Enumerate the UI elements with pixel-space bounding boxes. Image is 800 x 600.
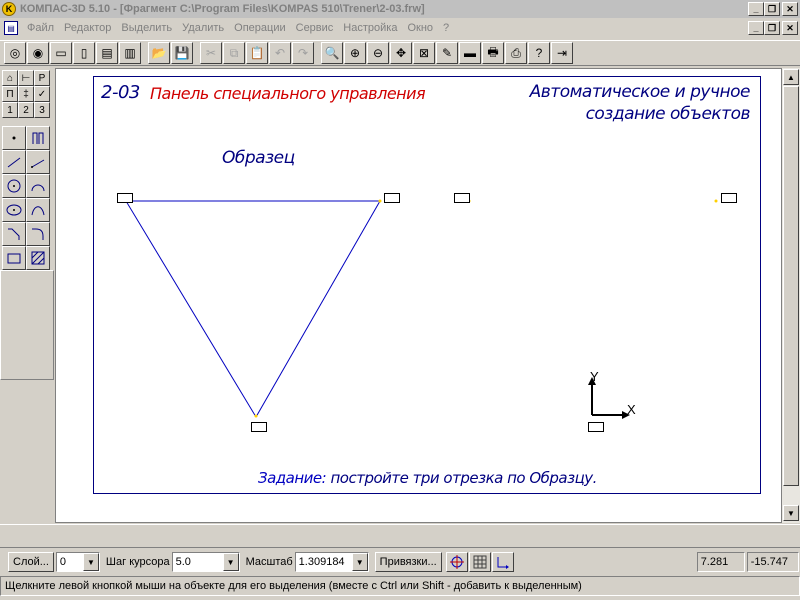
grid-icon[interactable]: [468, 552, 491, 572]
scale-combo[interactable]: 1.309184 ▼: [294, 552, 369, 572]
point-marker: [378, 199, 382, 203]
scale-label: Масштаб: [245, 556, 293, 568]
point-marker: [714, 199, 718, 203]
chevron-down-icon[interactable]: ▼: [222, 553, 239, 571]
task-body: постройте три отрезка по Образцу.: [330, 469, 598, 487]
snap-marker[interactable]: [454, 193, 470, 203]
snap-marker[interactable]: [588, 422, 604, 432]
status-controls: Слой... 0 ▼ Шаг курсора 5.0 ▼ Масштаб 1.…: [0, 550, 800, 574]
snap-button[interactable]: Привязки...: [374, 552, 442, 572]
snap-settings-icon[interactable]: [445, 552, 468, 572]
axis-y-label: Y: [590, 369, 599, 384]
properties-bar: [0, 524, 800, 548]
scroll-up-icon[interactable]: ▲: [783, 69, 799, 85]
drawing-geometry: Y X: [125, 199, 718, 419]
layer-value: 0: [59, 556, 67, 568]
scroll-thumb[interactable]: [783, 86, 799, 486]
layer-button[interactable]: Слой...: [8, 552, 54, 572]
coordinate-axes: Y X: [588, 369, 636, 419]
coord-x: 7.281: [696, 552, 745, 572]
step-value: 5.0: [175, 556, 191, 568]
scroll-down-icon[interactable]: ▼: [783, 505, 799, 521]
local-coords-icon[interactable]: [491, 552, 514, 572]
chevron-down-icon[interactable]: ▼: [351, 553, 368, 571]
layer-combo[interactable]: 0 ▼: [55, 552, 100, 572]
step-combo[interactable]: 5.0 ▼: [171, 552, 240, 572]
snap-marker[interactable]: [117, 193, 133, 203]
coord-y: -15.747: [746, 552, 799, 572]
task-label: Задание:: [258, 469, 327, 487]
hint-bar: Щелкните левой кнопкой мыши на объекте д…: [0, 576, 800, 596]
snap-marker[interactable]: [721, 193, 737, 203]
task-text: Задание: постройте три отрезка по Образц…: [258, 469, 597, 487]
axis-x-label: X: [627, 402, 636, 417]
step-label: Шаг курсора: [105, 556, 170, 568]
point-marker: [254, 414, 258, 418]
scale-value: 1.309184: [298, 556, 345, 568]
sample-triangle: [125, 200, 381, 418]
snap-marker[interactable]: [384, 193, 400, 203]
chevron-down-icon[interactable]: ▼: [82, 553, 99, 571]
snap-marker[interactable]: [251, 422, 267, 432]
